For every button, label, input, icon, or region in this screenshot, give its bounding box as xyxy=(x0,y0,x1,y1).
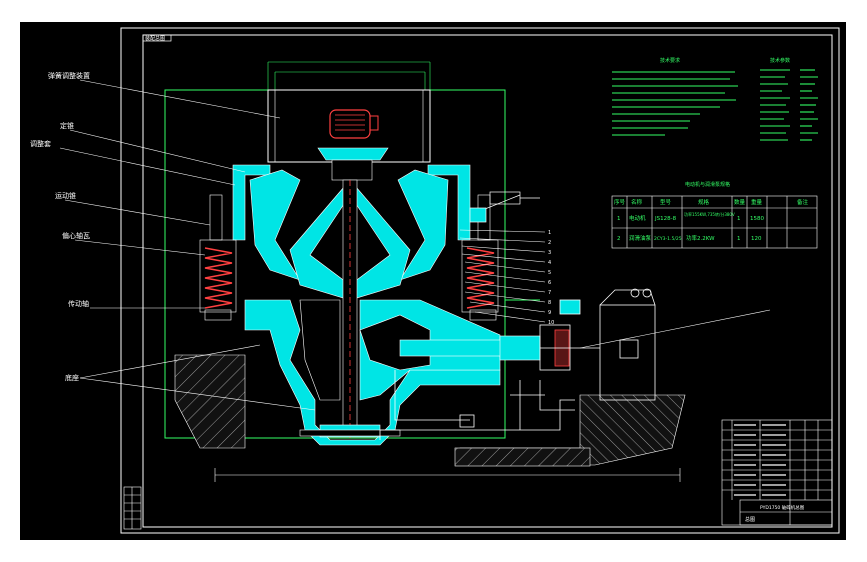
cell: JS128-8 xyxy=(654,216,677,222)
th-model: 型号 xyxy=(660,198,672,206)
cell: 2CY3-1.5/25 xyxy=(654,236,682,242)
motor-table-row-2: 2 润滑油泵 2CY3-1.5/25 功率2.2KW 1 120 xyxy=(617,234,762,242)
callout-fixed-cone: 定锥 xyxy=(60,121,74,130)
cell: 2 xyxy=(617,236,621,242)
th-qty: 数量 xyxy=(734,198,746,206)
cell: 润滑油泵 xyxy=(629,234,652,242)
cell: 120 xyxy=(751,236,762,242)
cell: 功率155KW,735转/分380V xyxy=(684,211,735,217)
drawing-title: PYD1750 破碎机总图 xyxy=(760,504,805,511)
th-note: 备注 xyxy=(797,198,809,206)
th-spec: 规格 xyxy=(698,198,710,206)
cad-drawing: 装配总图 弹簧调整装置 定锥 调整套 运动锥 偏心轴瓦 传动轴 底座 1 2 3… xyxy=(0,0,867,562)
th-name: 名称 xyxy=(631,198,643,206)
top-left-tag: 装配总图 xyxy=(145,35,165,42)
part-number: 4 xyxy=(548,260,551,266)
part-number: 7 xyxy=(548,290,551,296)
part-number: 9 xyxy=(548,310,551,316)
params-title: 技术参数 xyxy=(770,57,790,64)
part-number: 8 xyxy=(548,300,551,306)
motor-table-title: 电动机与润滑泵规格 xyxy=(685,181,730,188)
cell: 功率2.2KW xyxy=(686,234,715,242)
callout-eccentric-bush: 偏心轴瓦 xyxy=(62,231,90,240)
callout-moving-cone: 运动锥 xyxy=(55,191,76,200)
callout-drive-shaft: 传动轴 xyxy=(68,299,89,308)
notes-title: 技术要求 xyxy=(660,57,680,64)
part-number: 10 xyxy=(548,320,554,326)
th-weight: 重量 xyxy=(751,198,763,206)
callout-spring-adjuster: 弹簧调整装置 xyxy=(48,71,90,80)
callout-base: 底座 xyxy=(65,373,79,382)
part-number: 2 xyxy=(548,240,551,246)
cell: 1 xyxy=(617,216,621,222)
foundation-bottom-strip xyxy=(454,447,591,467)
part-number: 1 xyxy=(548,230,551,236)
title-block-code: 总图 xyxy=(745,516,755,523)
part-number: 6 xyxy=(548,280,551,286)
cell: 1 xyxy=(737,216,741,222)
part-number: 5 xyxy=(548,270,551,276)
callout-adjusting-sleeve: 调整套 xyxy=(30,139,51,148)
part-number: 3 xyxy=(548,250,551,256)
th-no: 序号 xyxy=(614,198,626,206)
cell: 电动机 xyxy=(629,214,646,222)
cell: 1580 xyxy=(750,216,764,222)
cell: 1 xyxy=(737,236,741,242)
